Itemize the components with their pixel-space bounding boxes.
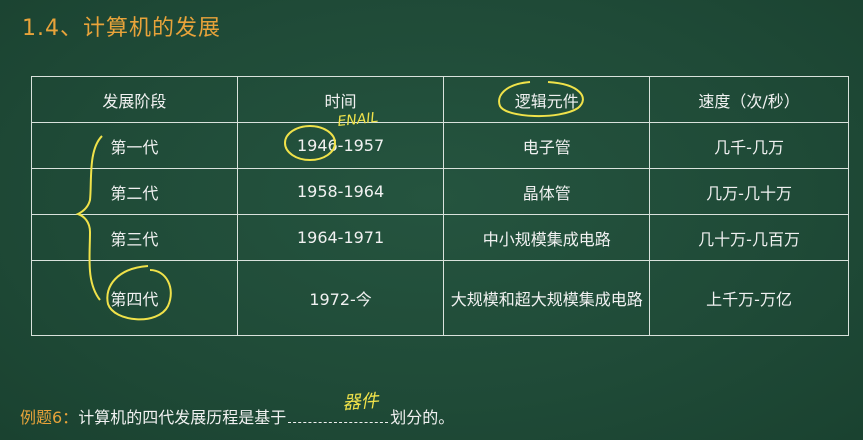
table-row: 第一代 1946-1957 电子管 几千-几万 bbox=[31, 122, 849, 169]
cell-time: 1946-1957 bbox=[236, 122, 445, 169]
header-logic-component: 逻辑元件 bbox=[443, 76, 651, 123]
cell-speed: 几万-几十万 bbox=[649, 168, 849, 215]
computer-generations-table: 发展阶段 时间 逻辑元件 速度（次/秒） 第一代 1946-1957 电子管 几… bbox=[31, 76, 849, 336]
cell-logic-component: 大规模和超大规模集成电路 bbox=[443, 260, 651, 336]
cell-logic-component: 电子管 bbox=[443, 122, 651, 169]
cell-stage: 第二代 bbox=[31, 168, 238, 215]
example-text-after: 划分的。 bbox=[390, 408, 455, 427]
cell-time: 1958-1964 bbox=[236, 168, 445, 215]
header-time: 时间 bbox=[236, 76, 445, 123]
example-label: 例题6： bbox=[20, 408, 79, 427]
cell-logic-component: 中小规模集成电路 bbox=[443, 214, 651, 261]
header-stage: 发展阶段 bbox=[31, 76, 238, 123]
cell-speed: 几十万-几百万 bbox=[649, 214, 849, 261]
answer-blank bbox=[288, 408, 389, 423]
cell-logic-component: 晶体管 bbox=[443, 168, 651, 215]
cell-time: 1964-1971 bbox=[236, 214, 445, 261]
table-header-row: 发展阶段 时间 逻辑元件 速度（次/秒） bbox=[31, 76, 849, 123]
example-question: 例题6：计算机的四代发展历程是基于 划分的。 bbox=[20, 404, 454, 428]
cell-stage: 第四代 bbox=[31, 260, 238, 336]
cell-stage: 第三代 bbox=[31, 214, 238, 261]
table-row: 第四代 1972-今 大规模和超大规模集成电路 上千万-万亿 bbox=[31, 260, 849, 336]
section-title: 1.4、计算机的发展 bbox=[22, 16, 221, 41]
header-speed: 速度（次/秒） bbox=[649, 76, 849, 123]
cell-speed: 几千-几万 bbox=[649, 122, 849, 169]
example-text-before: 计算机的四代发展历程是基于 bbox=[78, 408, 287, 427]
table-row: 第二代 1958-1964 晶体管 几万-几十万 bbox=[31, 168, 849, 215]
cell-stage: 第一代 bbox=[31, 122, 238, 169]
cell-time: 1972-今 bbox=[236, 260, 445, 336]
table-row: 第三代 1964-1971 中小规模集成电路 几十万-几百万 bbox=[31, 214, 849, 261]
cell-speed: 上千万-万亿 bbox=[649, 260, 849, 336]
